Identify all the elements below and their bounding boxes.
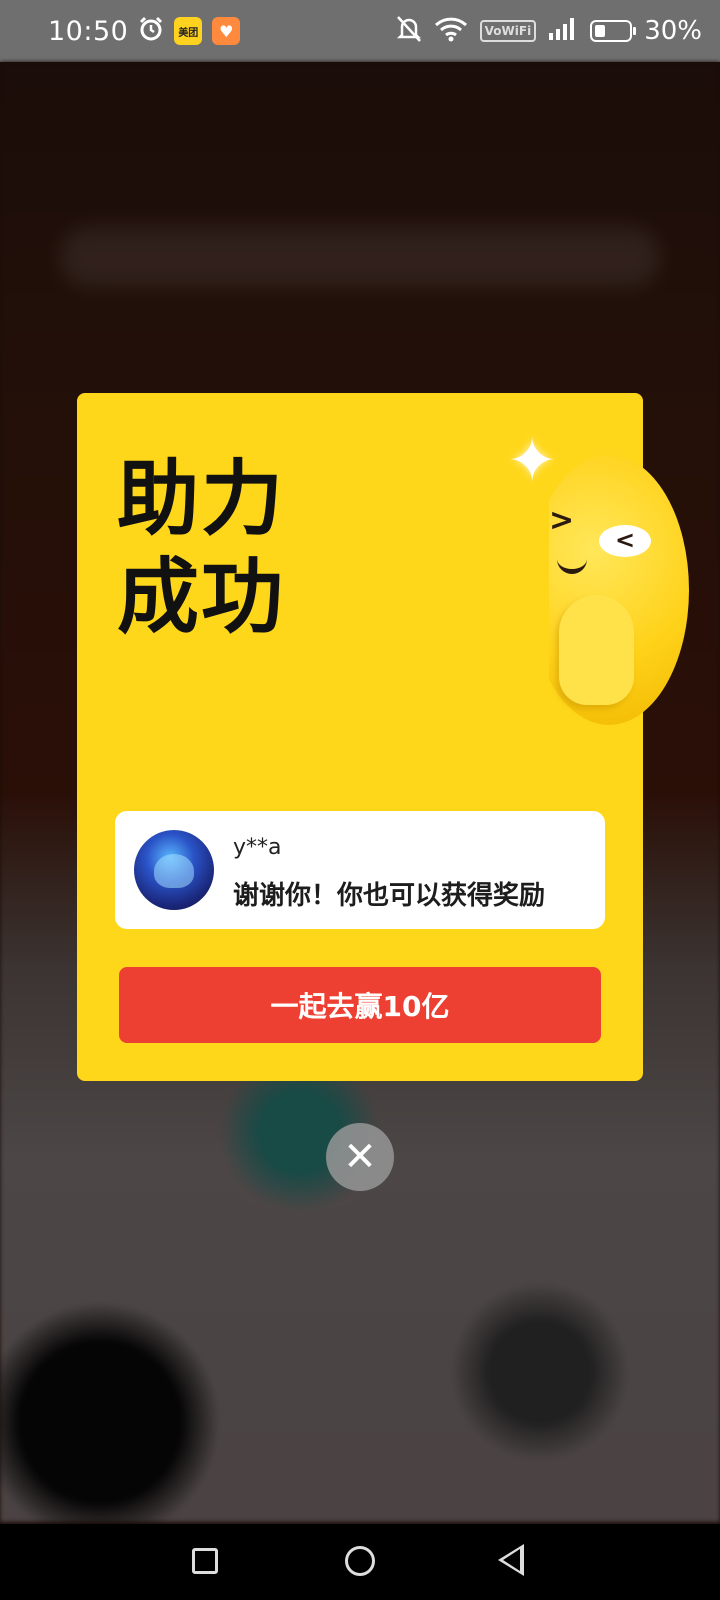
emoji-left-eye: > [549, 503, 575, 538]
emoji-hand [559, 595, 634, 705]
assist-success-dialog: 助力 成功 ✦ > < y**a 谢谢你！你也可以获得奖励 一起去赢10亿 [77, 393, 689, 1081]
user-name: y**a [233, 835, 282, 860]
vowifi-icon: VoWiFi [479, 20, 537, 42]
meituan-app-icon: 美团 [174, 17, 203, 45]
wifi-icon [434, 16, 468, 46]
user-card: y**a 谢谢你！你也可以获得奖励 [115, 811, 605, 929]
close-icon: ✕ [343, 1134, 377, 1180]
alarm-icon [138, 16, 164, 46]
emoji-face-icon: > < [549, 455, 689, 725]
user-message: 谢谢你！你也可以获得奖励 [233, 881, 546, 911]
heart-app-icon: ♥ [212, 17, 241, 45]
dialog-title: 助力 成功 [117, 452, 286, 645]
home-button[interactable] [345, 1546, 375, 1576]
emoji-illustration: > < [549, 455, 689, 755]
recent-apps-button[interactable] [192, 1548, 218, 1574]
emoji-right-eye: < [599, 525, 651, 557]
status-time: 10:50 [48, 15, 129, 47]
signal-icon [548, 17, 578, 45]
avatar [134, 830, 214, 910]
battery-percent: 30% [644, 16, 702, 46]
status-bar: 10:50 美团 ♥ VoWiFi 30% [0, 0, 720, 62]
back-button[interactable] [498, 1544, 524, 1576]
win-together-button[interactable]: 一起去赢10亿 [119, 967, 601, 1043]
navigation-bar [0, 1524, 720, 1600]
status-left: 10:50 美团 ♥ [48, 15, 241, 47]
status-right: VoWiFi 30% [396, 15, 702, 47]
close-button[interactable]: ✕ [326, 1123, 394, 1191]
battery-icon [590, 20, 637, 42]
emoji-mouth [557, 555, 587, 574]
background-band [60, 227, 660, 287]
bell-off-icon [396, 15, 422, 47]
